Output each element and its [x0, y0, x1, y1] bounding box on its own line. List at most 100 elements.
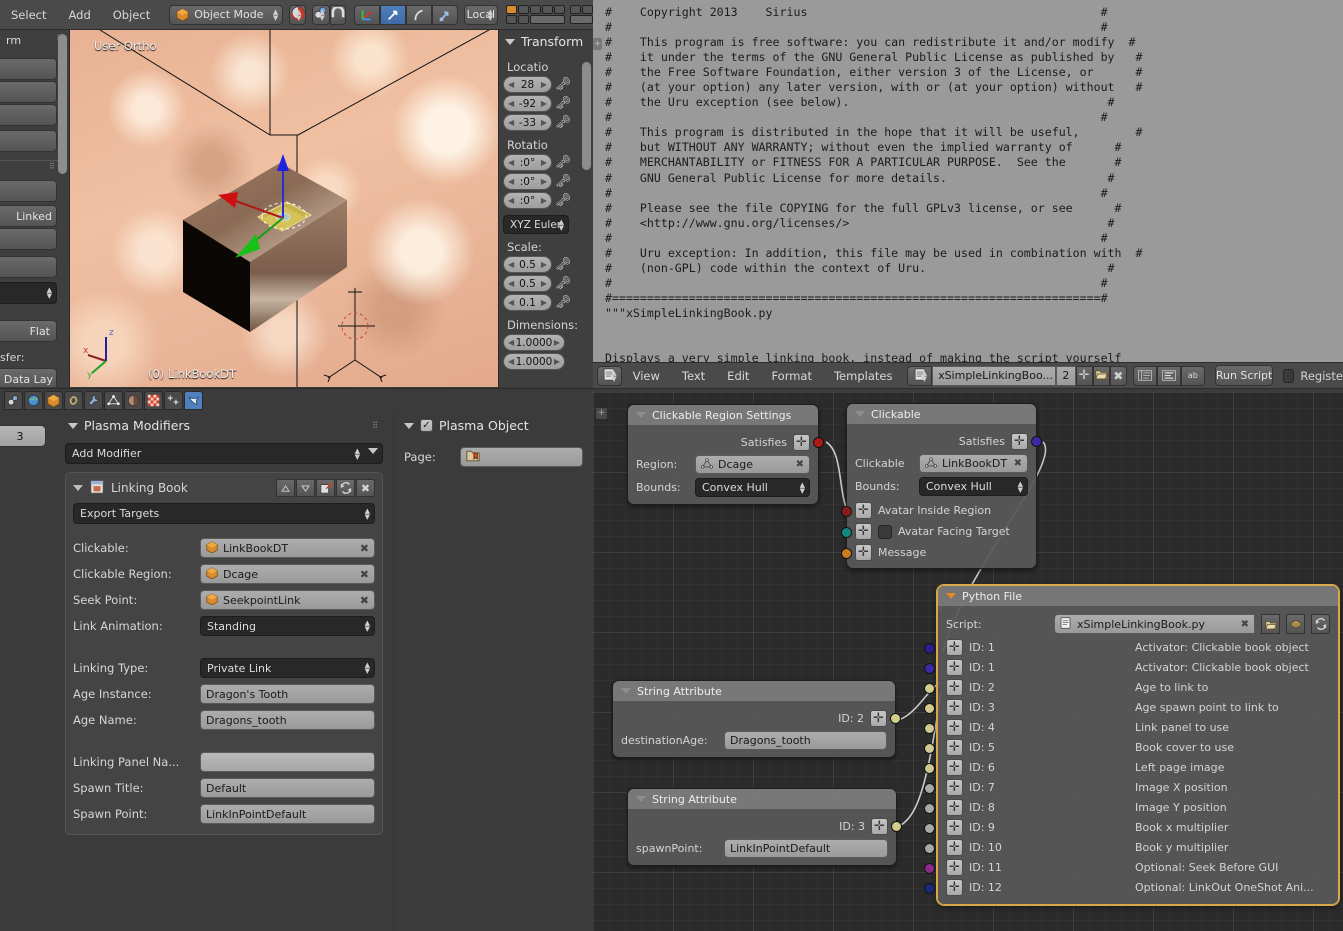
- lock-icon-rot-z[interactable]: 🗝: [555, 193, 572, 208]
- node-string-attribute-1[interactable]: String Attribute ID: 2 ✛ destinationAge:…: [612, 680, 901, 758]
- python-file-row[interactable]: ✛ ID: 6 Left page image: [924, 759, 1330, 776]
- input-socket-id1[interactable]: [924, 643, 935, 654]
- run-script-button[interactable]: Run Script: [1214, 365, 1274, 386]
- lock-icon-loc-z[interactable]: 🗝: [555, 115, 572, 130]
- text-datablock-selector[interactable]: ▲ ▼: [907, 365, 933, 386]
- toolshelf-flat-button[interactable]: Flat: [0, 320, 57, 342]
- chevron-down-icon[interactable]: [855, 411, 865, 417]
- rotation-y[interactable]: ◀:0° ▶: [503, 173, 552, 190]
- menu-view[interactable]: View: [622, 363, 671, 389]
- scene-layers[interactable]: [506, 5, 593, 24]
- clickable-field[interactable]: LinkBookDT ✖: [200, 538, 375, 558]
- python-file-row[interactable]: ✛ ID: 1 Activator: Clickable book object: [924, 639, 1330, 656]
- text-datablock-spinner[interactable]: ▲ ▼: [922, 369, 927, 382]
- line-numbers-icon[interactable]: [1132, 365, 1157, 386]
- chevron-down-icon[interactable]: [636, 796, 646, 802]
- editor-type-selector[interactable]: ▲ ▼: [597, 365, 622, 386]
- lock-icon-scale-z[interactable]: 🗝: [555, 295, 572, 310]
- python-file-row[interactable]: ✛ ID: 2 Age to link to: [924, 679, 1330, 696]
- add-socket-button[interactable]: ✛: [855, 523, 872, 540]
- python-file-row[interactable]: ✛ ID: 7 Image X position: [924, 779, 1330, 796]
- output-socket-satisfies[interactable]: [813, 437, 824, 448]
- dimension-x[interactable]: ◀ 1.0000 ▶: [503, 334, 565, 351]
- add-socket-button[interactable]: ✛: [946, 639, 963, 656]
- input-socket-avatar-inside-region[interactable]: [841, 506, 852, 517]
- input-socket-id9[interactable]: [924, 823, 935, 834]
- clear-icon[interactable]: ✖: [1241, 619, 1249, 630]
- python-file-row[interactable]: ✛ ID: 12 Optional: LinkOut OneShot Ani...: [924, 879, 1330, 896]
- dimension-y[interactable]: ◀ 1.0000 ▶: [503, 353, 565, 370]
- text-editor-scroll-handle[interactable]: +: [593, 38, 602, 50]
- add-modifier-dropdown[interactable]: Add Modifier ▲ ▼: [65, 443, 383, 464]
- grip-icon[interactable]: ⠿: [372, 421, 379, 430]
- add-socket-button[interactable]: ✛: [946, 779, 963, 796]
- chevron-down-icon[interactable]: [368, 448, 378, 454]
- add-socket-button[interactable]: ✛: [946, 859, 963, 876]
- avatar-facing-target-checkbox[interactable]: [878, 524, 892, 539]
- plasma-tab-icon[interactable]: [184, 391, 203, 410]
- python-file-row[interactable]: ✛ ID: 1 Activator: Clickable book object: [924, 659, 1330, 676]
- menu-edit[interactable]: Edit: [716, 363, 760, 389]
- toolshelf-button-2[interactable]: [0, 81, 57, 103]
- node-clickable[interactable]: Clickable Satisfies ✛ Clickable LinkBook…: [841, 403, 1042, 569]
- lock-icon-rot-x[interactable]: 🗝: [555, 155, 572, 170]
- add-socket-button[interactable]: ✛: [946, 819, 963, 836]
- add-socket-button[interactable]: ✛: [946, 699, 963, 716]
- toolshelf-button-4[interactable]: [0, 130, 57, 152]
- link-animation-field[interactable]: Standing ▲ ▼: [200, 616, 375, 636]
- scale-z[interactable]: ◀ 0.1 ▶: [503, 294, 552, 311]
- input-socket-message[interactable]: [841, 548, 852, 559]
- page-field[interactable]: [460, 447, 583, 467]
- node-header[interactable]: Python File: [938, 586, 1338, 606]
- node-header[interactable]: Clickable: [847, 404, 1036, 424]
- node-python-file[interactable]: Python File Script: xSimpleLinkingBook.p…: [924, 585, 1339, 905]
- add-socket-button[interactable]: ✛: [855, 502, 872, 519]
- add-socket-button[interactable]: ✛: [946, 759, 963, 776]
- rotation-mode-spinner[interactable]: ▲ ▼: [559, 218, 564, 231]
- toolshelf-spinner[interactable]: ▲ ▼: [47, 287, 52, 300]
- bounds-field[interactable]: Convex Hull ▲ ▼: [919, 477, 1028, 496]
- input-socket-id12[interactable]: [924, 883, 935, 894]
- input-socket-id10[interactable]: [924, 843, 935, 854]
- register-checkbox[interactable]: [1283, 368, 1295, 383]
- chevron-down-icon[interactable]: [946, 593, 956, 599]
- output-socket-satisfies[interactable]: [1031, 436, 1042, 447]
- chevron-down-icon[interactable]: [73, 485, 83, 491]
- input-socket-avatar-facing-target[interactable]: [841, 527, 852, 538]
- orientation-selector[interactable]: Local ▲ ▼: [463, 4, 498, 25]
- transform-panel-header[interactable]: Transform: [499, 30, 593, 51]
- delete-icon[interactable]: ✖: [356, 479, 375, 497]
- clickable-region-field[interactable]: Dcage ✖: [200, 564, 375, 584]
- unlink-text-button[interactable]: ✖: [1109, 365, 1127, 386]
- pack-icon[interactable]: [1286, 614, 1305, 634]
- add-socket-button[interactable]: ✛: [946, 739, 963, 756]
- script-field[interactable]: xSimpleLinkingBook.py ✖: [1054, 614, 1255, 634]
- object-tab-icon[interactable]: [44, 391, 63, 410]
- scale-x[interactable]: ◀ 0.5 ▶: [503, 256, 552, 273]
- age-instance-field[interactable]: Dragon's Tooth: [200, 684, 375, 704]
- word-wrap-icon[interactable]: [1156, 365, 1181, 386]
- clickable-field[interactable]: LinkBookDT ✖: [919, 454, 1028, 473]
- orientation-spinner[interactable]: ▲ ▼: [488, 8, 493, 21]
- lock-icon-scale-y[interactable]: 🗝: [555, 276, 572, 291]
- lock-icon-rot-y[interactable]: 🗝: [555, 174, 572, 189]
- rotate-manipulator-icon[interactable]: [405, 4, 432, 25]
- rotation-z[interactable]: ◀:0° ▶: [503, 192, 552, 209]
- node-editor-scroll-nub[interactable]: +: [596, 408, 607, 419]
- chevron-down-icon[interactable]: [621, 688, 631, 694]
- 3d-viewport[interactable]: x z y User Ortho (0) LinkBookDT: [70, 30, 498, 387]
- add-modifier-spinner[interactable]: ▲ ▼: [355, 447, 360, 460]
- node-editor[interactable]: + Clickable Region Settings Satisfies ✛ …: [593, 392, 1343, 931]
- link-animation-spinner[interactable]: ▲ ▼: [365, 620, 370, 633]
- syntax-highlight-icon[interactable]: ab: [1180, 365, 1205, 386]
- move-down-icon[interactable]: [296, 479, 315, 497]
- scale-manipulator-icon[interactable]: [431, 4, 458, 25]
- menu-format[interactable]: Format: [760, 363, 823, 389]
- plasma-object-header[interactable]: ✓ Plasma Object: [394, 412, 593, 433]
- input-socket-id8[interactable]: [924, 803, 935, 814]
- clear-icon[interactable]: ✖: [360, 542, 369, 555]
- python-file-row[interactable]: ✛ ID: 4 Link panel to use: [924, 719, 1330, 736]
- menu-select[interactable]: Select: [0, 2, 57, 28]
- add-socket-button[interactable]: ✛: [870, 710, 887, 727]
- mode-selector[interactable]: Object Mode ▲ ▼: [169, 4, 284, 25]
